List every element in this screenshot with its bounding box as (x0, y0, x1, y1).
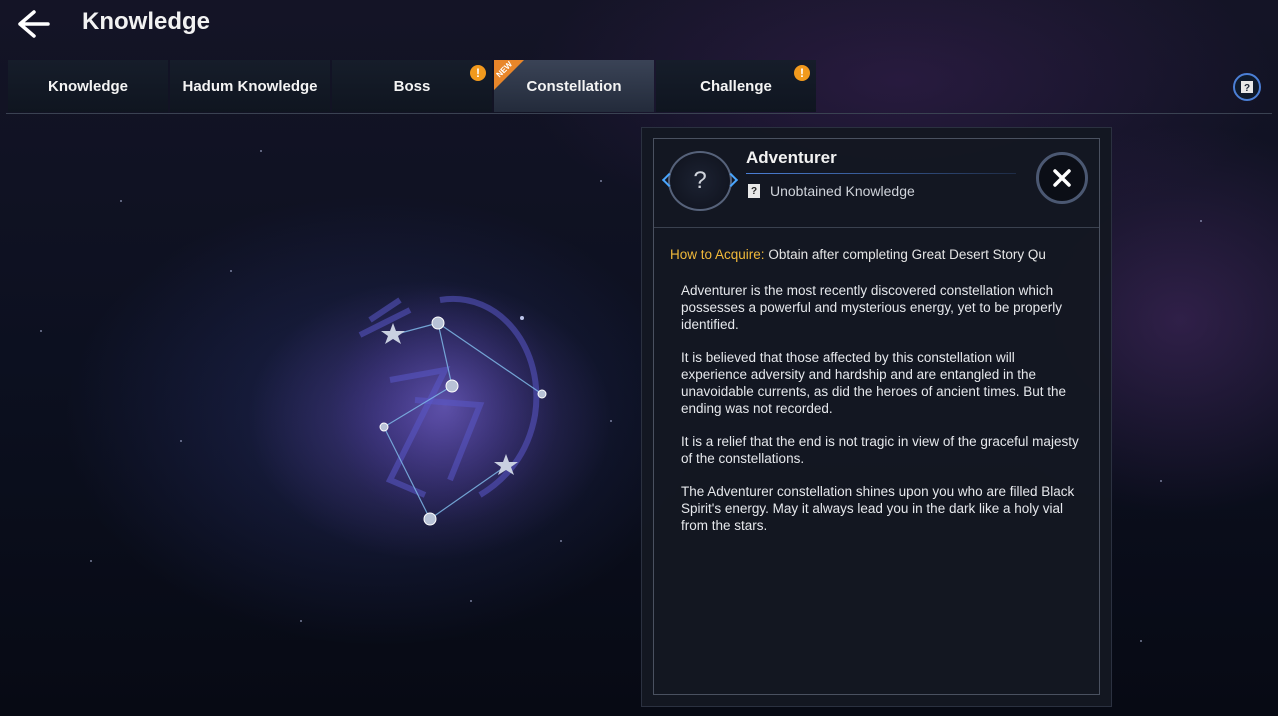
page-title: Knowledge (82, 8, 211, 35)
right-bracket-icon (723, 172, 739, 188)
tab-label: Challenge (700, 77, 772, 95)
tab-knowledge[interactable]: Knowledge (8, 60, 168, 112)
tab-challenge[interactable]: Challenge ! (656, 60, 816, 112)
knowledge-book-icon: ? (748, 184, 760, 198)
tab-label: Knowledge (47, 77, 128, 95)
panel-header: ? Adventurer ? Unobtained Knowledge (654, 139, 1099, 228)
close-button[interactable] (1036, 152, 1088, 204)
unknown-question-icon: ? (693, 167, 707, 194)
description-paragraph: Adventurer is the most recently discover… (681, 283, 1062, 332)
acquire-text: Obtain after completing Great Desert Sto… (768, 247, 1046, 262)
tab-label: Boss (393, 77, 431, 95)
constellation-detail-panel: ? Adventurer ? Unobtained Knowledge How … (641, 127, 1112, 707)
status-row: ? Unobtained Knowledge (748, 183, 915, 199)
tab-bar: Knowledge Hadum Knowledge Boss ! NEW Con… (8, 60, 816, 112)
alert-icon: ! (470, 65, 486, 81)
tab-boss[interactable]: Boss ! (332, 60, 492, 112)
description-paragraph: The Adventurer constellation shines upon… (681, 484, 1075, 533)
name-underline (746, 173, 1016, 174)
tab-divider (6, 113, 1272, 114)
tab-label: Hadum Knowledge (182, 77, 318, 95)
acquire-info: How to Acquire: Obtain after completing … (670, 247, 1080, 262)
acquire-label: How to Acquire: (670, 247, 765, 262)
constellation-name: Adventurer (746, 148, 837, 167)
left-bracket-icon (661, 172, 677, 188)
description-paragraph: It is a relief that the end is not tragi… (681, 434, 1079, 466)
constellation-map (330, 280, 570, 545)
knowledge-status: Unobtained Knowledge (770, 183, 915, 199)
guide-book-icon[interactable]: ? (1233, 73, 1261, 101)
tab-constellation[interactable]: NEW Constellation (494, 60, 654, 112)
panel-frame: ? Adventurer ? Unobtained Knowledge How … (653, 138, 1100, 695)
description-paragraph: It is believed that those affected by th… (681, 350, 1066, 416)
constellation-icon: ? (661, 151, 739, 211)
svg-text:?: ? (1244, 83, 1250, 94)
tab-label: Constellation (526, 77, 622, 95)
constellation-description: Adventurer is the most recently discover… (681, 282, 1079, 550)
tab-hadum-knowledge[interactable]: Hadum Knowledge (170, 60, 330, 112)
close-icon (1053, 169, 1071, 187)
back-arrow-icon[interactable] (16, 8, 52, 40)
alert-icon: ! (794, 65, 810, 81)
